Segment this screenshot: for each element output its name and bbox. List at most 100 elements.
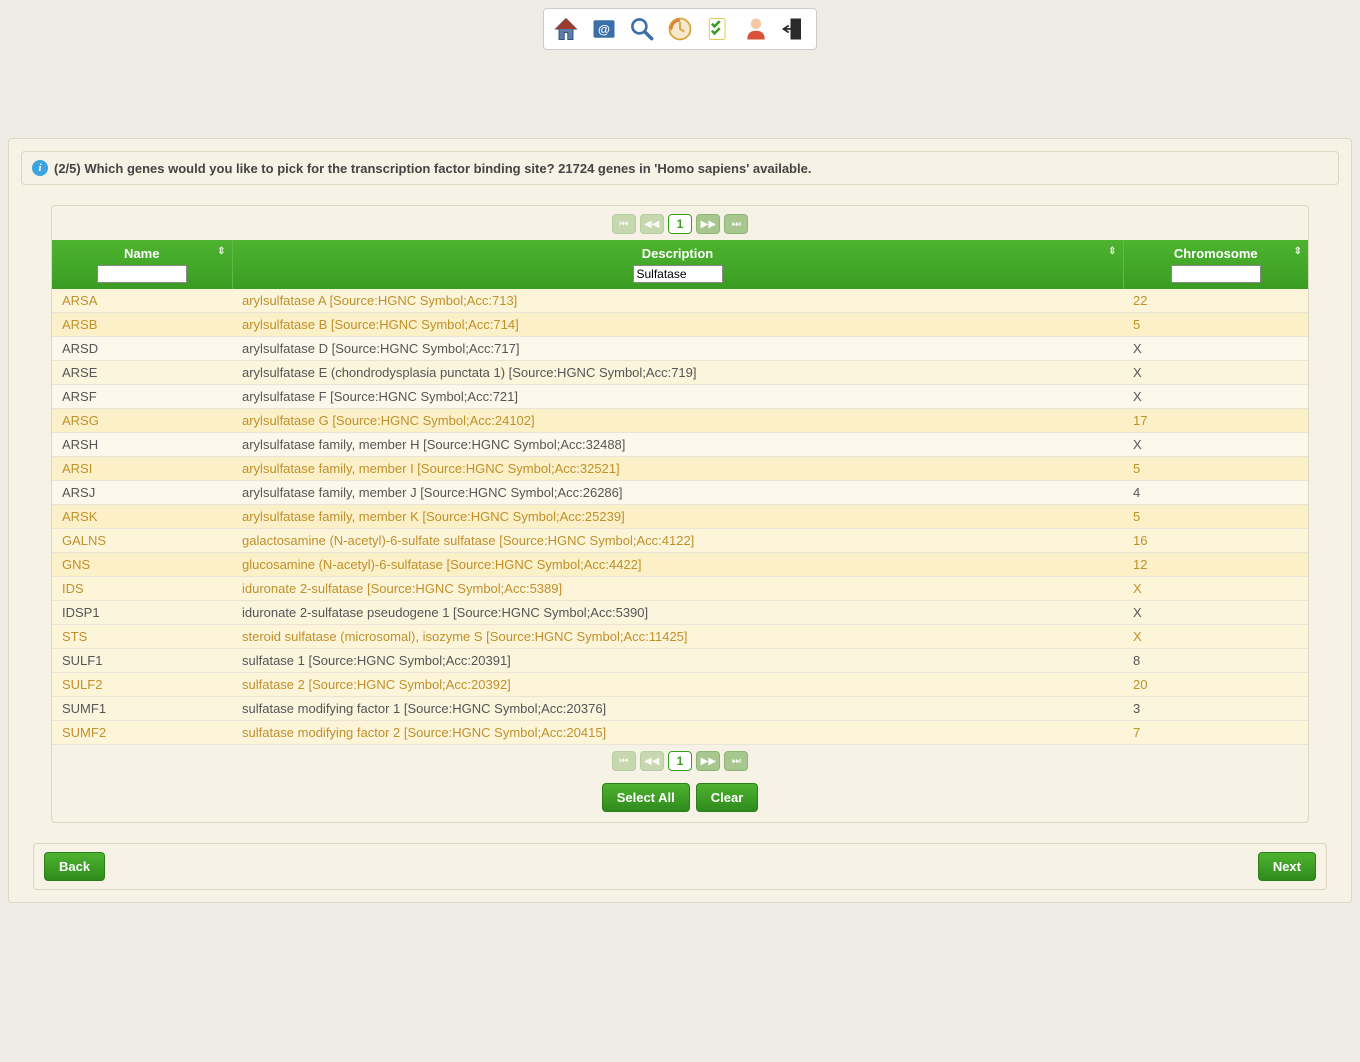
table-row[interactable]: IDSP1iduronate 2-sulfatase pseudogene 1 … bbox=[52, 601, 1308, 625]
sort-icon: ⇕ bbox=[1294, 246, 1302, 257]
cell-name: ARSJ bbox=[52, 481, 232, 505]
table-row[interactable]: SUMF1sulfatase modifying factor 1 [Sourc… bbox=[52, 697, 1308, 721]
cell-name: IDS bbox=[52, 577, 232, 601]
table-row[interactable]: ARSEarylsulfatase E (chondrodysplasia pu… bbox=[52, 361, 1308, 385]
table-row[interactable]: ARSKarylsulfatase family, member K [Sour… bbox=[52, 505, 1308, 529]
col-description-header[interactable]: Description ⇕ bbox=[232, 240, 1123, 289]
table-row[interactable]: ARSDarylsulfatase D [Source:HGNC Symbol;… bbox=[52, 337, 1308, 361]
cell-chromosome: X bbox=[1123, 337, 1308, 361]
col-description-label: Description bbox=[642, 246, 714, 261]
cell-name: STS bbox=[52, 625, 232, 649]
page-first-button[interactable]: ⏮ bbox=[612, 214, 636, 234]
cell-name: SUMF1 bbox=[52, 697, 232, 721]
cell-description: arylsulfatase B [Source:HGNC Symbol;Acc:… bbox=[232, 313, 1123, 337]
profile-icon[interactable] bbox=[740, 13, 772, 45]
cell-description: arylsulfatase family, member K [Source:H… bbox=[232, 505, 1123, 529]
info-icon: i bbox=[32, 160, 48, 176]
table-row[interactable]: GALNSgalactosamine (N-acetyl)-6-sulfate … bbox=[52, 529, 1308, 553]
cell-chromosome: 3 bbox=[1123, 697, 1308, 721]
cell-chromosome: 17 bbox=[1123, 409, 1308, 433]
col-chromosome-label: Chromosome bbox=[1174, 246, 1258, 261]
info-text: (2/5) Which genes would you like to pick… bbox=[54, 161, 811, 176]
cell-chromosome: 8 bbox=[1123, 649, 1308, 673]
clear-button[interactable]: Clear bbox=[696, 783, 759, 812]
filter-name-input[interactable] bbox=[97, 265, 187, 283]
info-bar: i (2/5) Which genes would you like to pi… bbox=[21, 151, 1339, 185]
table-row[interactable]: SUMF2sulfatase modifying factor 2 [Sourc… bbox=[52, 721, 1308, 745]
cell-name: ARSF bbox=[52, 385, 232, 409]
select-all-button[interactable]: Select All bbox=[602, 783, 690, 812]
page-last-button[interactable]: ⏭ bbox=[724, 214, 748, 234]
cell-chromosome: 5 bbox=[1123, 313, 1308, 337]
cell-description: galactosamine (N-acetyl)-6-sulfate sulfa… bbox=[232, 529, 1123, 553]
cell-chromosome: X bbox=[1123, 625, 1308, 649]
filter-chromosome-input[interactable] bbox=[1171, 265, 1261, 283]
table-row[interactable]: ARSIarylsulfatase family, member I [Sour… bbox=[52, 457, 1308, 481]
page-current[interactable]: 1 bbox=[668, 751, 693, 771]
table-row[interactable]: ARSBarylsulfatase B [Source:HGNC Symbol;… bbox=[52, 313, 1308, 337]
table-row[interactable]: ARSGarylsulfatase G [Source:HGNC Symbol;… bbox=[52, 409, 1308, 433]
cell-chromosome: X bbox=[1123, 385, 1308, 409]
col-chromosome-header[interactable]: Chromosome ⇕ bbox=[1123, 240, 1308, 289]
page-first-button[interactable]: ⏮ bbox=[612, 751, 636, 771]
table-row[interactable]: ARSFarylsulfatase F [Source:HGNC Symbol;… bbox=[52, 385, 1308, 409]
gene-table: Name ⇕ Description ⇕ Chromosome ⇕ bbox=[52, 240, 1308, 745]
cell-description: sulfatase modifying factor 2 [Source:HGN… bbox=[232, 721, 1123, 745]
page-last-button[interactable]: ⏭ bbox=[724, 751, 748, 771]
cell-description: iduronate 2-sulfatase pseudogene 1 [Sour… bbox=[232, 601, 1123, 625]
table-row[interactable]: GNSglucosamine (N-acetyl)-6-sulfatase [S… bbox=[52, 553, 1308, 577]
cell-description: sulfatase 2 [Source:HGNC Symbol;Acc:2039… bbox=[232, 673, 1123, 697]
main-panel: i (2/5) Which genes would you like to pi… bbox=[8, 138, 1352, 903]
cell-name: ARSD bbox=[52, 337, 232, 361]
contacts-icon[interactable]: @ bbox=[588, 13, 620, 45]
table-row[interactable]: IDSiduronate 2-sulfatase [Source:HGNC Sy… bbox=[52, 577, 1308, 601]
cell-chromosome: X bbox=[1123, 361, 1308, 385]
sort-icon: ⇕ bbox=[1108, 246, 1116, 257]
cell-name: ARSG bbox=[52, 409, 232, 433]
cell-name: ARSH bbox=[52, 433, 232, 457]
page-next-button[interactable]: ▶▶ bbox=[696, 751, 720, 771]
col-name-header[interactable]: Name ⇕ bbox=[52, 240, 232, 289]
cell-description: glucosamine (N-acetyl)-6-sulfatase [Sour… bbox=[232, 553, 1123, 577]
back-button[interactable]: Back bbox=[44, 852, 105, 881]
history-icon[interactable] bbox=[664, 13, 696, 45]
tasks-icon[interactable] bbox=[702, 13, 734, 45]
home-icon[interactable] bbox=[550, 13, 582, 45]
cell-chromosome: 5 bbox=[1123, 457, 1308, 481]
logout-icon[interactable] bbox=[778, 13, 810, 45]
sort-icon: ⇕ bbox=[217, 246, 225, 257]
cell-name: ARSE bbox=[52, 361, 232, 385]
top-toolbar: @ bbox=[0, 0, 1360, 58]
cell-description: arylsulfatase A [Source:HGNC Symbol;Acc:… bbox=[232, 289, 1123, 313]
filter-description-input[interactable] bbox=[633, 265, 723, 283]
table-container: ⏮ ◀◀ 1 ▶▶ ⏭ Name ⇕ Description ⇕ bbox=[51, 205, 1309, 823]
page-next-button[interactable]: ▶▶ bbox=[696, 214, 720, 234]
cell-chromosome: 20 bbox=[1123, 673, 1308, 697]
table-row[interactable]: SULF2sulfatase 2 [Source:HGNC Symbol;Acc… bbox=[52, 673, 1308, 697]
table-row[interactable]: STSsteroid sulfatase (microsomal), isozy… bbox=[52, 625, 1308, 649]
page-current[interactable]: 1 bbox=[668, 214, 693, 234]
cell-name: SULF2 bbox=[52, 673, 232, 697]
table-row[interactable]: SULF1sulfatase 1 [Source:HGNC Symbol;Acc… bbox=[52, 649, 1308, 673]
cell-name: ARSB bbox=[52, 313, 232, 337]
wizard-nav: Back Next bbox=[33, 843, 1327, 890]
cell-name: GALNS bbox=[52, 529, 232, 553]
cell-chromosome: 7 bbox=[1123, 721, 1308, 745]
table-row[interactable]: ARSHarylsulfatase family, member H [Sour… bbox=[52, 433, 1308, 457]
cell-name: GNS bbox=[52, 553, 232, 577]
cell-description: sulfatase modifying factor 1 [Source:HGN… bbox=[232, 697, 1123, 721]
cell-name: SULF1 bbox=[52, 649, 232, 673]
next-button[interactable]: Next bbox=[1258, 852, 1316, 881]
search-icon[interactable] bbox=[626, 13, 658, 45]
cell-chromosome: X bbox=[1123, 577, 1308, 601]
page-prev-button[interactable]: ◀◀ bbox=[640, 751, 664, 771]
col-name-label: Name bbox=[124, 246, 159, 261]
cell-name: ARSI bbox=[52, 457, 232, 481]
table-row[interactable]: ARSJarylsulfatase family, member J [Sour… bbox=[52, 481, 1308, 505]
page-prev-button[interactable]: ◀◀ bbox=[640, 214, 664, 234]
paginator-top: ⏮ ◀◀ 1 ▶▶ ⏭ bbox=[52, 208, 1308, 240]
cell-description: arylsulfatase family, member J [Source:H… bbox=[232, 481, 1123, 505]
cell-description: steroid sulfatase (microsomal), isozyme … bbox=[232, 625, 1123, 649]
table-row[interactable]: ARSAarylsulfatase A [Source:HGNC Symbol;… bbox=[52, 289, 1308, 313]
cell-description: arylsulfatase G [Source:HGNC Symbol;Acc:… bbox=[232, 409, 1123, 433]
